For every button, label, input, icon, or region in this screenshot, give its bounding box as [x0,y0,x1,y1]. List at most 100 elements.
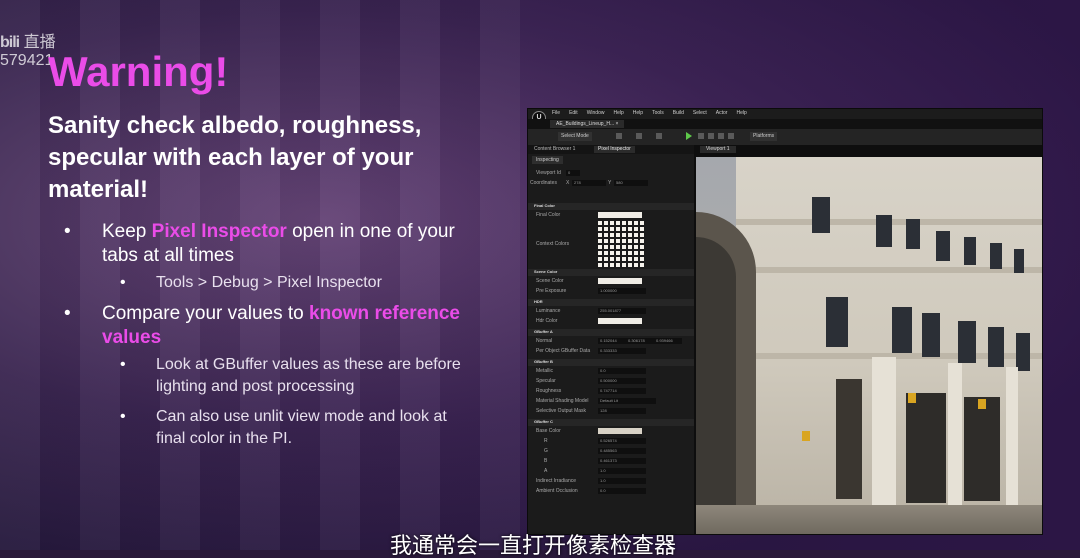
eject-icon[interactable] [718,133,724,139]
section-label: GBuffer C [534,419,553,424]
menu-tools[interactable]: Tools [652,110,664,116]
specular-field[interactable]: 0.500000 [598,378,646,384]
selective-mask-field[interactable]: 128 [598,408,646,414]
level-tab-bar: AE_Buildings_Lineup_H... × [528,119,1042,129]
stop-icon[interactable] [708,133,714,139]
tab-viewport[interactable]: Viewport 1 [700,146,736,153]
coordinates-row: Coordinates X 278 Y 580 [528,179,694,188]
per-object-field[interactable]: 0.333333 [598,348,646,354]
menu-build[interactable]: Build [673,110,684,116]
window [876,215,892,247]
section-gbuffer-a[interactable]: GBuffer A [528,329,694,336]
roughness-field[interactable]: 0.747714 [598,388,646,394]
roughness-row: Roughness 0.747714 [528,387,694,396]
blueprint-icon[interactable] [636,133,642,139]
base-b-field[interactable]: 0.461373 [598,458,646,464]
coord-x-field[interactable]: 278 [572,180,606,186]
menu-window[interactable]: Window [587,110,605,116]
menu-file[interactable]: File [552,110,560,116]
field-label: G [544,448,548,454]
menu-bar: File Edit Window Help Help Tools Build S… [528,109,1042,119]
viewport-id-field[interactable]: 0 [566,170,580,176]
sidewalk [696,505,1042,534]
normal-z-field[interactable]: 0.939466 [654,338,682,344]
specular-row: Specular 0.500000 [528,377,694,386]
sub-bullet-list: Tools > Debug > Pixel Inspector [102,272,464,294]
hdr-color-row: Hdr Color [528,317,694,326]
window [958,321,976,363]
window [1014,249,1024,273]
base-color-swatch[interactable] [598,428,642,434]
indirect-irradiance-field[interactable]: 1.0 [598,478,646,484]
main-toolbar: Select Mode Platforms [528,129,1042,146]
final-color-swatch[interactable] [598,212,642,218]
hdr-color-swatch[interactable] [598,318,642,324]
section-final-color[interactable]: Final Color [528,203,694,210]
tab-content-browser[interactable]: Content Browser 1 [530,146,579,153]
menu-help-2[interactable]: Help [736,110,746,116]
menu-edit[interactable]: Edit [569,110,578,116]
menu-item[interactable]: Help [633,110,643,116]
bullet-list: Keep Pixel Inspector open in one of your… [64,220,464,458]
section-label: GBuffer B [534,359,553,364]
ambient-occlusion-row: Ambient Occlusion 0.0 [528,487,694,496]
menu-actor[interactable]: Actor [716,110,728,116]
bullet-text: Compare your values to [102,303,309,324]
scene-color-row: Scene Color [528,277,694,286]
section-gbuffer-b[interactable]: GBuffer B [528,359,694,366]
section-label: GBuffer A [534,329,553,334]
field-label: Y [608,180,612,186]
coord-y-field[interactable]: 580 [614,180,648,186]
field-label: Material Shading Model [536,398,589,404]
normal-x-field[interactable]: 0.152044 [598,338,626,344]
cinematics-icon[interactable] [656,133,662,139]
section-label: Scene Color [534,269,558,274]
menu-select[interactable]: Select [693,110,707,116]
options-icon[interactable] [728,133,734,139]
base-r-row: R 0.526574 [528,437,694,446]
luminance-field[interactable]: 255.001877 [598,308,646,314]
menu-help[interactable]: Help [613,110,623,116]
highlight-pixel-inspector: Pixel Inspector [151,221,287,242]
section-hdr[interactable]: HDR [528,299,694,306]
context-colors-grid [598,221,644,267]
storefront [964,397,1000,501]
lamp [908,393,916,403]
field-label: Roughness [536,388,562,394]
metallic-row: Metallic 0.0 [528,367,694,376]
base-g-field[interactable]: 0.485563 [598,448,646,454]
field-label: Normal [536,338,553,344]
field-label: X [566,180,570,186]
play-icon[interactable] [686,132,692,140]
field-label: Final Color [536,212,561,218]
add-content-icon[interactable] [616,133,622,139]
base-a-field[interactable]: 1.0 [598,468,646,474]
field-label: Coordinates [530,180,557,186]
field-label: Hdr Color [536,318,558,324]
viewport-render[interactable] [696,157,1042,534]
normal-y-field[interactable]: 0.306178 [626,338,654,344]
level-tab[interactable]: AE_Buildings_Lineup_H... × [550,120,625,128]
metallic-field[interactable]: 0.0 [598,368,646,374]
pre-exposure-field[interactable]: 1.000000 [598,288,646,294]
field-label: Pre Exposure [536,288,567,294]
platforms-button[interactable]: Platforms [750,132,778,141]
inspecting-button[interactable]: Inspecting [532,156,563,164]
section-scene-color[interactable]: Scene Color [528,269,694,276]
select-mode-button[interactable]: Select Mode [558,132,592,141]
bullet-text: Keep [102,221,152,242]
lamp [802,431,810,441]
scene-color-swatch[interactable] [598,278,642,284]
ambient-occlusion-field[interactable]: 0.0 [598,488,646,494]
base-r-field[interactable]: 0.526574 [598,438,646,444]
tab-pixel-inspector[interactable]: Pixel Inspector [594,146,635,153]
step-icon[interactable] [698,133,704,139]
field-label: Viewport Id [536,170,561,176]
field-label: A [544,468,548,474]
section-gbuffer-c[interactable]: GBuffer C [528,419,694,426]
field-label: Metallic [536,368,553,374]
window [826,297,848,347]
sub-bullet: Look at GBuffer values as these are befo… [102,354,464,398]
shading-model-dropdown[interactable]: Default Lit [598,398,656,404]
lamp [978,399,986,409]
